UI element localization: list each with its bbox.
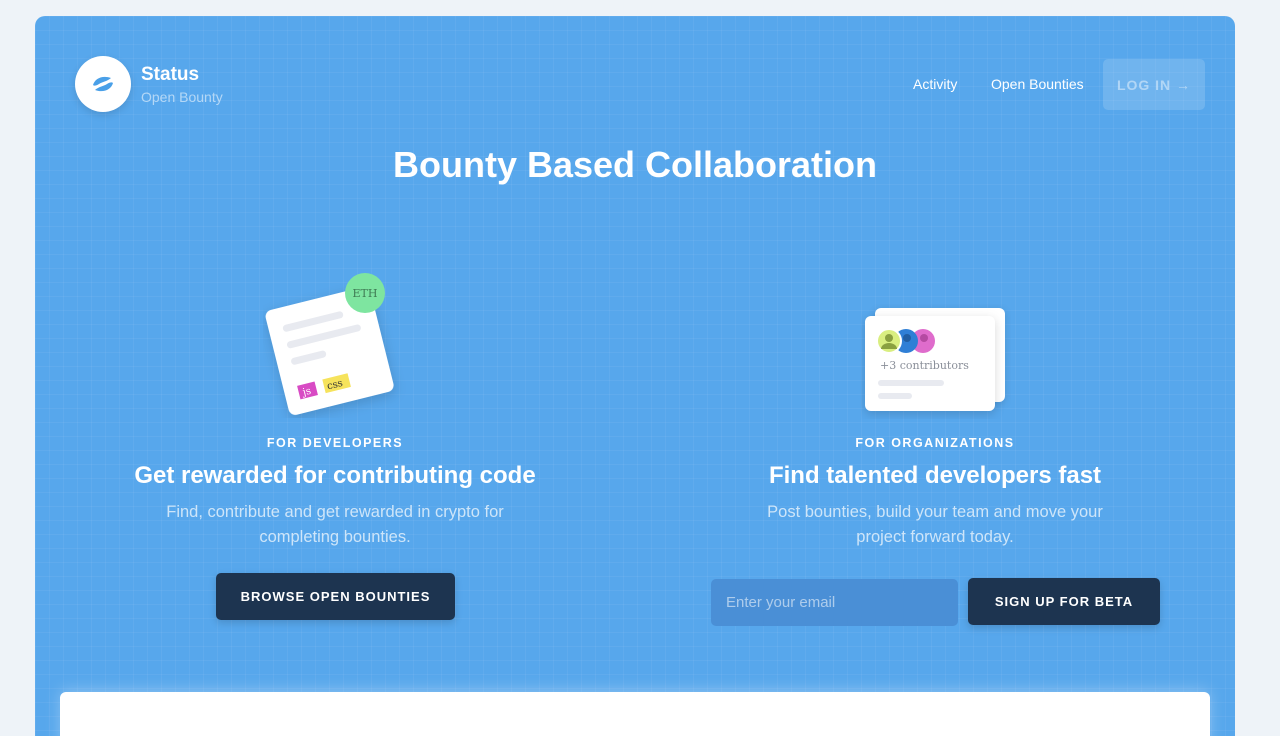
nav-activity-link[interactable]: Activity [913,76,957,92]
login-button[interactable]: LOG IN → [1103,59,1205,110]
sign-up-for-beta-button[interactable]: SIGN UP FOR BETA [968,578,1160,625]
brand-name[interactable]: Status [141,64,199,86]
email-input[interactable] [711,579,958,626]
developers-eyebrow: FOR DEVELOPERS [266,436,404,450]
brand-subtitle: Open Bounty [141,89,223,105]
bounty-card-illustration: js css ETH [265,273,394,415]
status-logo-icon[interactable] [75,56,131,112]
hero-section: Status Open Bounty Activity Open Bountie… [35,16,1235,736]
organizations-eyebrow: FOR ORGANIZATIONS [855,436,1015,450]
contributors-card-illustration: +3 contributors [865,308,1005,411]
organizations-description: Post bounties, build your team and move … [767,503,1103,546]
developers-section: FOR DEVELOPERS Get rewarded for contribu… [115,436,555,550]
organizations-section: FOR ORGANIZATIONS Find talented develope… [715,436,1155,550]
developers-description: Find, contribute and get rewarded in cry… [166,503,504,546]
nav-open-bounties-link[interactable]: Open Bounties [991,76,1084,92]
browse-open-bounties-button[interactable]: BROWSE OPEN BOUNTIES [216,573,455,620]
contributors-count: +3 contributors [880,359,969,372]
developers-title: Get rewarded for contributing code [134,462,536,489]
content-card [60,692,1210,736]
eth-badge: ETH [353,287,378,300]
page-title: Bounty Based Collaboration [392,144,878,185]
organizations-title: Find talented developers fast [768,462,1102,489]
